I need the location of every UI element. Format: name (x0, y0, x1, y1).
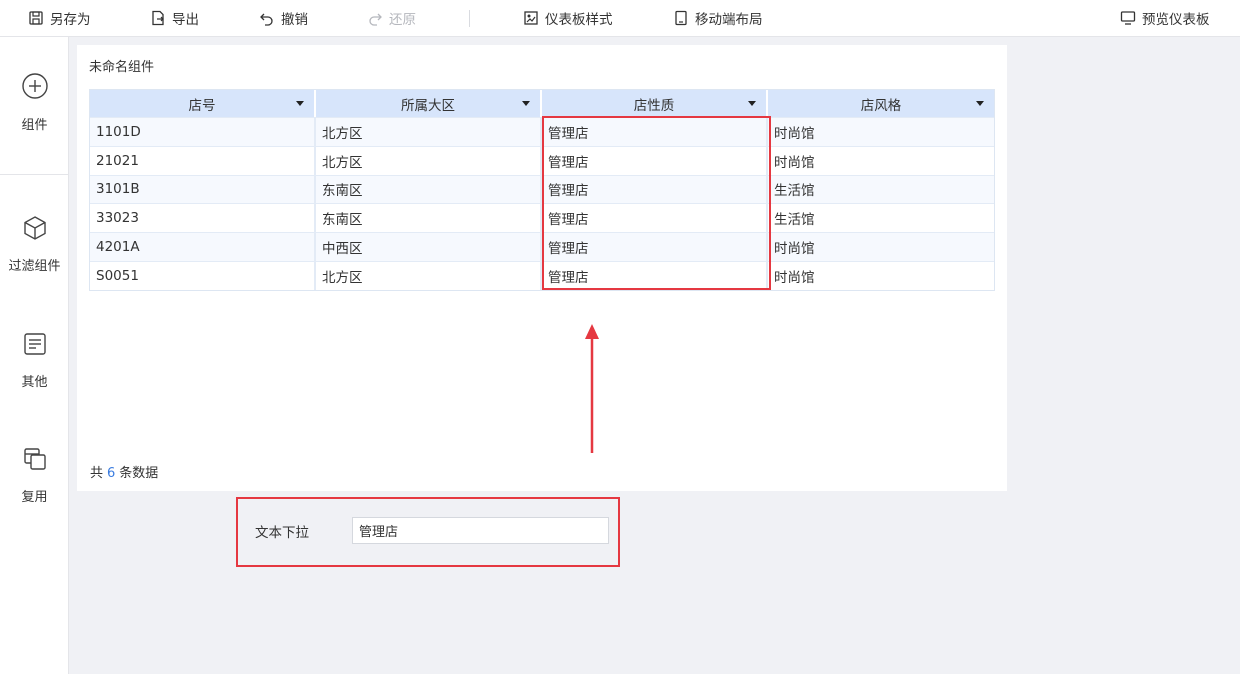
column-header[interactable]: 店号 (90, 90, 316, 117)
column-highlight-box (542, 116, 771, 290)
undo-icon (260, 13, 273, 26)
column-header-label: 店号 (188, 97, 216, 114)
redo-label: 还原 (389, 12, 416, 28)
redo-button[interactable]: 还原 (367, 0, 416, 36)
table-cell: 时尚馆 (774, 125, 815, 142)
table-cell: 21021 (90, 146, 316, 175)
export-button[interactable]: 导出 (150, 0, 199, 36)
table-cell: 3101B (90, 175, 316, 204)
sidebar-item-widgets[interactable]: 组件 (0, 72, 69, 133)
arrow-up-icon (585, 324, 599, 453)
sidebar-item-other[interactable]: 其他 (0, 331, 69, 390)
dropdown-caret-icon[interactable] (296, 101, 304, 106)
save-as-label: 另存为 (50, 12, 91, 28)
toolbar: 另存为 导出 撤销 还原 仪表板样式 移动端布局 预览仪表板 (0, 0, 1240, 37)
table-cell: 北方区 (316, 146, 542, 175)
table-cell: S0051 (90, 261, 316, 290)
table-cell: 时尚馆 (774, 269, 815, 286)
undo-label: 撤销 (281, 12, 308, 28)
table-cell: 时尚馆 (774, 154, 815, 171)
filter-label: 文本下拉 (255, 525, 309, 541)
palette-icon (524, 11, 538, 25)
export-icon (152, 10, 164, 26)
dashboard-style-label: 仪表板样式 (545, 12, 613, 28)
toolbar-divider (469, 10, 470, 27)
table-cell: 北方区 (316, 261, 542, 290)
plus-circle-icon (21, 73, 48, 99)
table-header: 店号 所属大区 店性质 店风格 (90, 90, 994, 117)
table-cell: 北方区 (316, 118, 542, 146)
export-label: 导出 (172, 12, 199, 28)
text-dropdown-widget: 文本下拉 管理店 (236, 497, 620, 567)
sidebar-item-reuse[interactable]: 复用 (0, 446, 69, 505)
row-count: 共 6 条数据 (90, 462, 158, 481)
table-cell: 时尚馆 (774, 241, 815, 258)
undo-button[interactable]: 撤销 (259, 0, 308, 36)
redo-icon (369, 13, 382, 26)
table-cell: 1101D (90, 118, 316, 146)
mobile-layout-label: 移动端布局 (695, 12, 763, 28)
table-cell: 33023 (90, 204, 316, 233)
row-count-prefix: 共 (90, 466, 104, 481)
dropdown-caret-icon[interactable] (748, 101, 756, 106)
preview-dashboard-label: 预览仪表板 (1142, 12, 1210, 28)
row-count-value: 6 (107, 466, 116, 481)
column-header-label: 所属大区 (401, 97, 455, 114)
table-cell: 4201A (90, 233, 316, 261)
monitor-icon (1120, 11, 1136, 25)
table-cell: 东南区 (316, 175, 542, 204)
column-header[interactable]: 店性质 (542, 90, 768, 117)
dropdown-caret-icon[interactable] (976, 101, 984, 106)
table-cell: 生活馆 (774, 212, 815, 229)
column-header[interactable]: 店风格 (768, 90, 994, 117)
preview-dashboard-button[interactable]: 预览仪表板 (1120, 0, 1210, 36)
table-cell: 中西区 (316, 233, 542, 261)
column-header[interactable]: 所属大区 (316, 90, 542, 117)
sidebar-item-filter-widgets[interactable]: 过滤组件 (0, 215, 69, 274)
save-icon (29, 11, 43, 25)
mobile-layout-button[interactable]: 移动端布局 (673, 0, 763, 36)
column-header-label: 店性质 (633, 97, 675, 114)
sidebar-item-label: 组件 (21, 118, 48, 133)
dropdown-caret-icon[interactable] (522, 101, 530, 106)
sidebar-divider (0, 174, 69, 175)
document-icon (23, 333, 46, 355)
sidebar-item-label: 其他 (21, 375, 48, 390)
dashboard-style-button[interactable]: 仪表板样式 (523, 0, 613, 36)
widget-title: 未命名组件 (89, 60, 155, 75)
column-header-label: 店风格 (860, 97, 902, 114)
sidebar-item-label: 过滤组件 (8, 259, 61, 274)
save-as-button[interactable]: 另存为 (28, 0, 91, 36)
table-cell: 东南区 (316, 204, 542, 233)
sidebar: 组件 过滤组件 其他 复用 (0, 37, 69, 674)
mobile-icon (675, 10, 687, 26)
row-count-suffix: 条数据 (119, 466, 159, 481)
cube-icon (23, 216, 46, 240)
sidebar-item-label: 复用 (21, 490, 48, 505)
text-dropdown-input[interactable]: 管理店 (352, 517, 609, 544)
copy-icon (23, 448, 46, 470)
table-cell: 生活馆 (774, 183, 815, 200)
